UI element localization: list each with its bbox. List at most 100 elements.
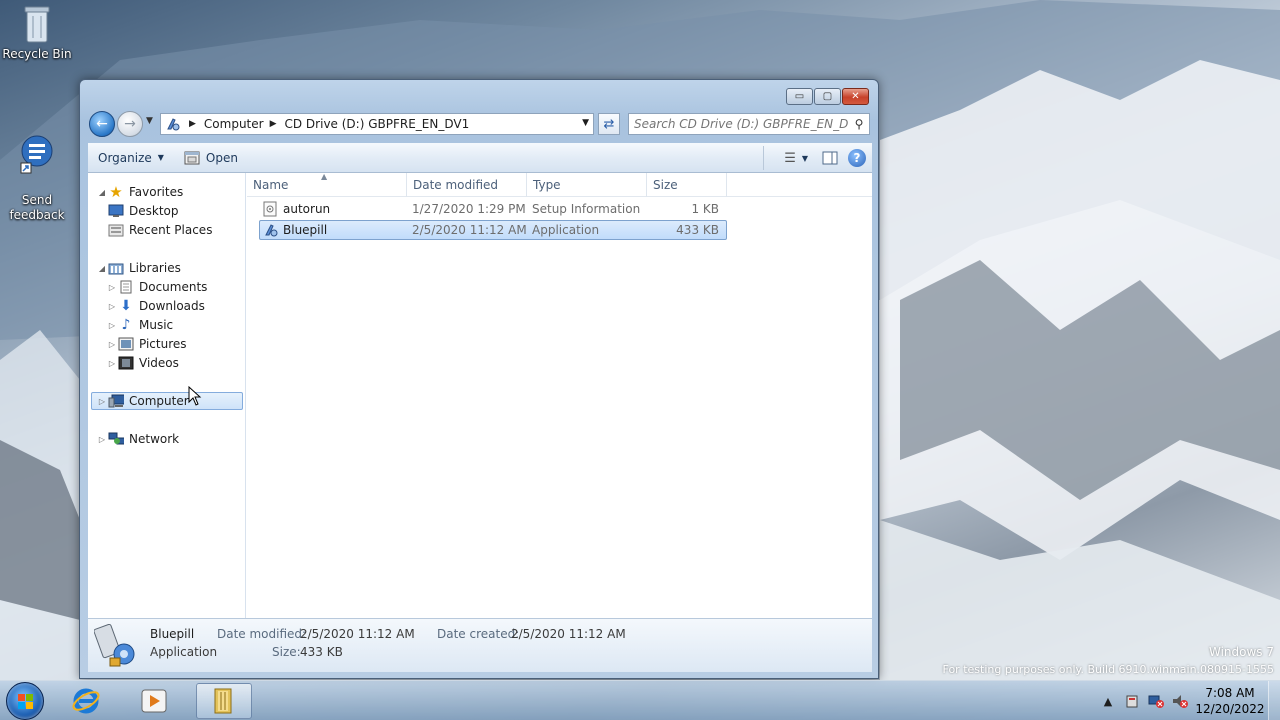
preview-pane-icon bbox=[822, 151, 838, 165]
action-center-icon[interactable] bbox=[1124, 693, 1140, 709]
nav-libraries-label: Libraries bbox=[129, 261, 181, 275]
taskbar-windows-explorer[interactable] bbox=[196, 683, 252, 719]
expand-arrow-icon[interactable]: ▷ bbox=[106, 359, 118, 368]
nav-computer[interactable]: ▷ Computer bbox=[91, 392, 243, 410]
downloads-icon: ⬇ bbox=[120, 298, 132, 314]
help-button[interactable]: ? bbox=[848, 149, 866, 167]
taskbar-internet-explorer[interactable] bbox=[58, 683, 114, 719]
nav-videos[interactable]: ▷ Videos bbox=[106, 354, 179, 372]
file-name: autorun bbox=[283, 202, 331, 216]
show-desktop-button[interactable] bbox=[1268, 681, 1280, 720]
libraries-icon bbox=[108, 260, 124, 276]
refresh-button[interactable]: ⇄ bbox=[598, 113, 620, 135]
file-row-bluepill[interactable]: Bluepill 2/5/2020 11:12 AM Application 4… bbox=[259, 220, 727, 240]
windows-watermark-title: Windows 7 bbox=[1208, 645, 1274, 659]
clock-date: 12/20/2022 bbox=[1195, 702, 1265, 716]
column-date-label: Date modified bbox=[413, 178, 499, 192]
nav-music[interactable]: ▷ ♪ Music bbox=[106, 316, 173, 334]
chevron-down-icon: ▼ bbox=[157, 153, 164, 162]
clock-time: 7:08 AM bbox=[1205, 686, 1255, 700]
internet-explorer-icon bbox=[72, 688, 100, 714]
breadcrumb-cd-drive[interactable]: CD Drive (D:) GBPFRE_EN_DV1 bbox=[285, 117, 470, 131]
close-button[interactable]: ✕ bbox=[842, 88, 869, 105]
expand-arrow-icon[interactable]: ▷ bbox=[96, 397, 108, 406]
address-bar[interactable]: ▶ Computer ▶ CD Drive (D:) GBPFRE_EN_DV1… bbox=[160, 113, 594, 135]
start-button[interactable] bbox=[6, 682, 44, 720]
organize-button[interactable]: Organize ▼ bbox=[88, 146, 174, 170]
expand-arrow-icon[interactable]: ◢ bbox=[96, 264, 108, 273]
expand-arrow-icon[interactable]: ▷ bbox=[106, 283, 118, 292]
maximize-button[interactable]: ▢ bbox=[814, 88, 841, 105]
navigation-pane: ◢ ★ Favorites Desktop Recent Places ◢ Li… bbox=[88, 173, 246, 618]
nav-favorites[interactable]: ◢ ★ Favorites bbox=[96, 183, 183, 201]
address-dropdown-icon[interactable]: ▼ bbox=[582, 118, 589, 128]
details-file-kind: Application bbox=[150, 645, 218, 659]
expand-arrow-icon[interactable]: ▷ bbox=[106, 321, 118, 330]
chevron-right-icon: ▶ bbox=[189, 119, 196, 129]
setup-information-icon bbox=[263, 201, 277, 217]
recent-pages-dropdown[interactable]: ▼ bbox=[146, 116, 153, 126]
nav-pictures-label: Pictures bbox=[139, 337, 187, 351]
network-icon bbox=[108, 431, 124, 447]
nav-videos-label: Videos bbox=[139, 356, 179, 370]
windows-logo-icon bbox=[18, 694, 33, 709]
back-button[interactable]: ← bbox=[89, 111, 115, 137]
change-view-button[interactable]: ☰ ▼ bbox=[780, 146, 812, 170]
nav-downloads[interactable]: ▷ ⬇ Downloads bbox=[106, 297, 205, 315]
windows-watermark-build: For testing purposes only. Build 6910.wi… bbox=[942, 663, 1274, 676]
desktop-icon-send-feedback[interactable]: Send feedback bbox=[0, 120, 74, 223]
nav-recent-places-label: Recent Places bbox=[129, 223, 213, 237]
command-bar: Organize ▼ Open ☰ ▼ ? bbox=[88, 143, 872, 173]
file-row-autorun[interactable]: autorun 1/27/2020 1:29 PM Setup Informat… bbox=[259, 199, 727, 219]
nav-pictures[interactable]: ▷ Pictures bbox=[106, 335, 187, 353]
details-size-value: 433 KB bbox=[300, 645, 343, 659]
minimize-button[interactable]: ▭ bbox=[786, 88, 813, 105]
music-icon: ♪ bbox=[121, 317, 131, 333]
nav-computer-label: Computer bbox=[129, 394, 189, 408]
expand-arrow-icon[interactable]: ◢ bbox=[96, 188, 108, 197]
column-header-date-modified[interactable]: Date modified bbox=[407, 173, 527, 197]
nav-recent-places[interactable]: Recent Places bbox=[108, 221, 212, 239]
nav-network[interactable]: ▷ Network bbox=[96, 430, 179, 448]
view-controls: ☰ ▼ ? bbox=[763, 146, 866, 170]
nav-desktop[interactable]: Desktop bbox=[108, 202, 179, 220]
explorer-window: ▭ ▢ ✕ ← → ▼ ▶ Computer ▶ CD Drive (D:) G… bbox=[79, 79, 879, 679]
network-status-icon[interactable] bbox=[1148, 693, 1164, 709]
mouse-cursor-icon bbox=[188, 386, 202, 406]
column-header-name[interactable]: Name ▲ bbox=[247, 172, 407, 197]
show-hidden-icons-button[interactable]: ▲ bbox=[1100, 693, 1116, 709]
computer-icon bbox=[108, 393, 124, 409]
column-size-label: Size bbox=[653, 178, 678, 192]
taskbar-media-player[interactable] bbox=[126, 683, 182, 719]
search-input[interactable] bbox=[629, 117, 849, 131]
views-icon: ☰ bbox=[784, 150, 796, 166]
back-arrow-icon: ← bbox=[96, 116, 108, 132]
preview-pane-button[interactable] bbox=[818, 146, 842, 170]
expand-arrow-icon[interactable]: ▷ bbox=[106, 340, 118, 349]
content-area: ◢ ★ Favorites Desktop Recent Places ◢ Li… bbox=[88, 172, 872, 618]
expand-arrow-icon[interactable]: ▷ bbox=[106, 302, 118, 311]
column-header-size[interactable]: Size bbox=[647, 173, 727, 197]
breadcrumb-computer[interactable]: Computer bbox=[204, 117, 264, 131]
desktop-icon-recycle-bin[interactable]: Recycle Bin bbox=[0, 4, 74, 62]
organize-label: Organize bbox=[98, 150, 152, 165]
chevron-right-icon: ▶ bbox=[269, 119, 277, 129]
folder-icon bbox=[214, 688, 232, 714]
forward-button[interactable]: → bbox=[117, 111, 143, 137]
system-clock[interactable]: 7:08 AM 12/20/2022 bbox=[1192, 685, 1268, 717]
search-icon[interactable]: ⚲ bbox=[849, 117, 869, 131]
pictures-icon bbox=[118, 336, 134, 352]
send-feedback-label: Send feedback bbox=[9, 193, 65, 222]
nav-documents[interactable]: ▷ Documents bbox=[106, 278, 208, 296]
caption-buttons: ▭ ▢ ✕ bbox=[786, 88, 869, 105]
taskbar: ▲ 7:08 AM 12/20/2022 bbox=[0, 680, 1280, 720]
file-size: 1 KB bbox=[691, 202, 719, 216]
expand-arrow-icon[interactable]: ▷ bbox=[96, 435, 108, 444]
details-created-value: 2/5/2020 11:12 AM bbox=[511, 627, 626, 641]
open-button[interactable]: Open bbox=[174, 146, 248, 170]
media-player-icon bbox=[141, 689, 167, 713]
nav-favorites-label: Favorites bbox=[129, 185, 184, 199]
volume-muted-icon[interactable] bbox=[1172, 693, 1188, 709]
nav-libraries[interactable]: ◢ Libraries bbox=[96, 259, 181, 277]
column-header-type[interactable]: Type bbox=[527, 173, 647, 197]
